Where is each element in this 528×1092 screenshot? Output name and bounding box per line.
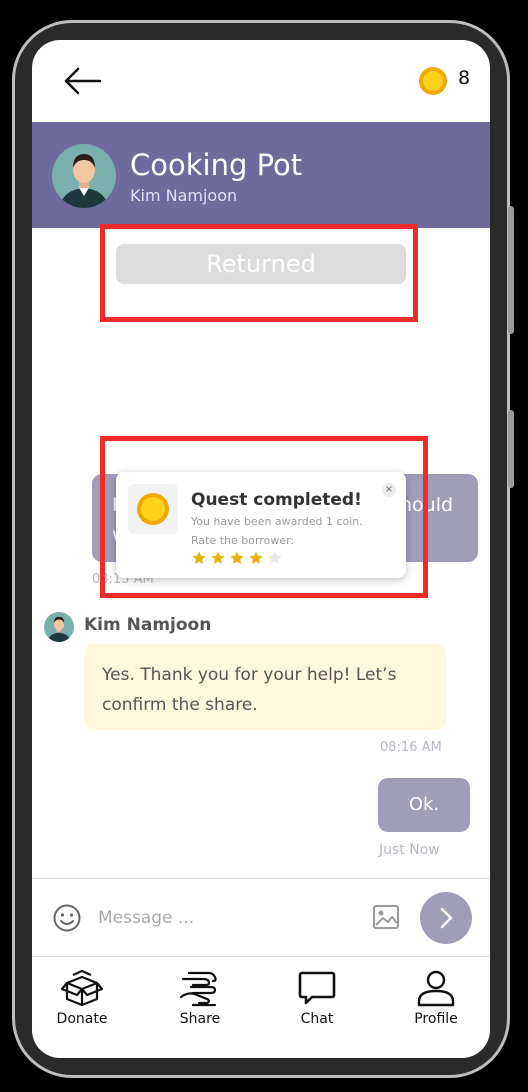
image-icon[interactable] [372, 903, 400, 931]
send-button[interactable] [420, 892, 472, 944]
handshake-icon [179, 971, 217, 1007]
app-screen: 8 Cooking Pot Kim Namjoon Returned I hou… [32, 40, 490, 1058]
message-input[interactable] [98, 901, 358, 935]
highlight-box [100, 224, 418, 322]
nav-label: Share [179, 1011, 221, 1027]
coin-icon [418, 66, 448, 96]
emoji-icon[interactable] [52, 903, 82, 933]
chat-header: Cooking Pot Kim Namjoon [32, 122, 490, 228]
chevron-right-icon [440, 907, 453, 929]
sender-name: Kim Namjoon [84, 615, 212, 635]
nav-label: Profile [414, 1011, 458, 1027]
message-timestamp: Just Now [379, 842, 440, 858]
chat-bubble-icon [298, 971, 336, 1005]
nav-item-donate[interactable]: Donate [32, 969, 132, 1035]
nav-label: Donate [56, 1011, 108, 1027]
phone-side-button [508, 206, 514, 334]
chat-subtitle: Kim Namjoon [130, 186, 238, 205]
chat-title: Cooking Pot [130, 148, 303, 182]
user-icon [417, 970, 455, 1007]
avatar [44, 612, 74, 642]
message-composer [32, 878, 490, 956]
message-bubble-mine: Ok. [378, 778, 470, 832]
nav-item-profile[interactable]: Profile [386, 969, 486, 1035]
highlight-box [100, 436, 428, 598]
nav-label: Chat [300, 1011, 334, 1027]
nav-item-share[interactable]: Share [150, 969, 250, 1035]
phone-side-button [508, 410, 514, 488]
back-arrow-icon[interactable] [62, 66, 102, 96]
coin-count: 8 [458, 67, 471, 89]
box-icon [61, 969, 103, 1007]
top-bar: 8 [32, 40, 490, 122]
nav-item-chat[interactable]: Chat [267, 969, 367, 1035]
bottom-nav: Donate Share Chat Profile [32, 956, 490, 1058]
message-timestamp: 08:16 AM [380, 740, 442, 755]
message-bubble-their: Yes. Thank you for your help! Let’s conf… [84, 644, 446, 730]
avatar [52, 144, 116, 208]
